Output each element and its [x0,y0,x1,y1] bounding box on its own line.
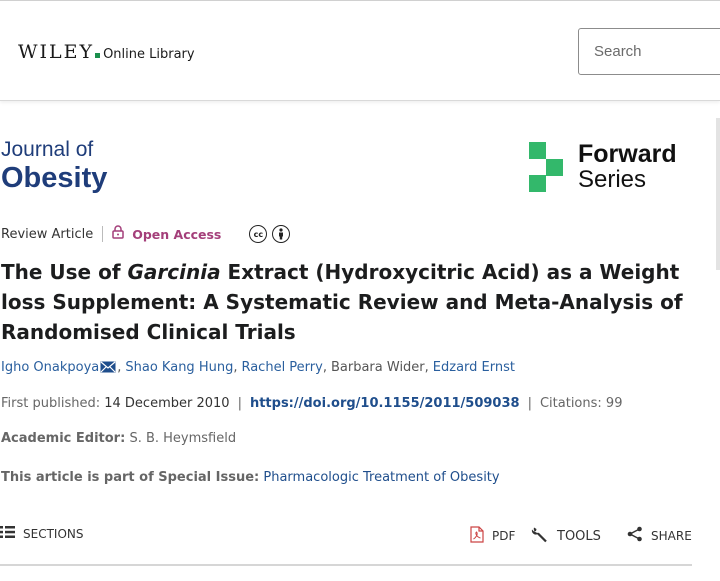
divider [102,226,104,242]
wiley-wordmark: WILEY [18,41,95,63]
creative-commons-icon[interactable]: cc [249,225,268,243]
journal-title[interactable]: Journal of Obesity [1,137,107,193]
list-icon [0,526,15,541]
toolbar-divider [0,564,692,566]
tools-button[interactable]: TOOLS [531,526,601,547]
email-icon[interactable] [100,361,116,377]
article-title: The Use of Garcinia Extract (Hydroxycitr… [1,260,683,344]
forward-series-subtitle: Series [578,166,647,193]
special-issue: This article is part of Special Issue: P… [1,470,500,485]
special-issue-label: This article is part of Special Issue: [1,470,260,485]
journal-title-line2: Obesity [1,162,108,194]
academic-editor-name: S. B. Heymsfield [129,431,237,446]
author-link[interactable]: Edzard Ernst [433,360,515,375]
author-link[interactable]: Shao Kang Hung [125,360,233,375]
pdf-button[interactable]: PDF [470,526,515,546]
share-label: SHARE [651,528,692,543]
article-type: Review Article [1,226,94,242]
citations-label: Citations: [539,396,602,411]
forward-series-title: Forward [578,140,677,168]
share-button[interactable]: SHARE [627,526,692,545]
scrollbar[interactable] [716,118,720,270]
wiley-online-library-text: Online Library [103,47,195,62]
special-issue-link[interactable]: Pharmacologic Treatment of Obesity [263,470,499,485]
wrench-icon [531,526,549,547]
journal-title-line1: Journal of [1,138,94,161]
forward-series-logo[interactable]: Forward Series [529,141,677,193]
author-link[interactable]: Barbara Wider [331,360,425,375]
author-link[interactable]: Igho Onakpoya [1,360,99,375]
open-access-badge: Open Access [132,226,222,242]
tools-label: TOOLS [557,529,601,544]
academic-editor: Academic Editor: S. B. Heymsfield [1,431,236,446]
search-input[interactable] [578,28,720,75]
doi-link[interactable]: https://doi.org/10.1155/2011/509038 [250,396,520,411]
academic-editor-label: Academic Editor: [1,431,126,446]
citations-count[interactable]: 99 [606,396,623,411]
article-meta-row: Review Article Open Access cc [1,225,291,243]
author-list: Igho Onakpoya, Shao Kang Hung, Rachel Perr… [1,360,515,377]
lock-icon [112,225,124,243]
sections-button[interactable]: SECTIONS [0,526,84,541]
pdf-label: PDF [492,529,516,543]
attribution-icon[interactable] [272,225,291,243]
article-toolbar: SECTIONS PDF TOOLS SHARE [0,522,720,552]
site-header: WILEY Online Library [0,1,720,101]
first-published-date: 14 December 2010 [104,396,230,411]
publication-info: First published: 14 December 2010 | https:… [1,396,623,411]
sections-label: SECTIONS [23,526,84,541]
share-icon [627,526,643,545]
wiley-dot-icon [95,53,101,58]
first-published-label: First published: [1,396,101,411]
wiley-online-library-logo[interactable]: WILEY Online Library [18,41,195,63]
pdf-icon [470,526,484,546]
forward-series-mark-icon [529,142,563,192]
author-link[interactable]: Rachel Perry [241,360,322,375]
